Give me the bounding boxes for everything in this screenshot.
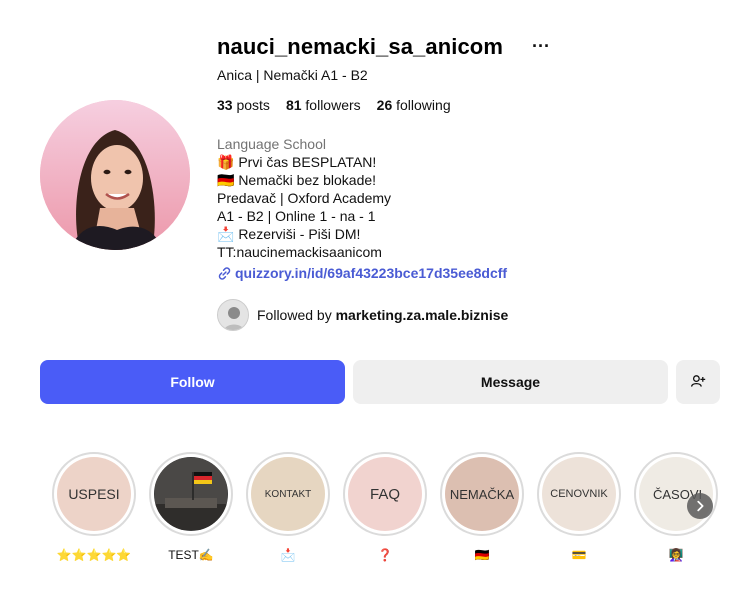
follow-button[interactable]: Follow — [40, 360, 345, 404]
followed-by-prefix: Followed by — [257, 307, 332, 323]
highlight-item[interactable]: FAQ ❓ — [343, 452, 427, 563]
posts-label: posts — [236, 97, 270, 113]
followers-label: followers — [305, 97, 361, 113]
bio-link-text: quizzory.in/id/69af43223bce17d35ee8dcff — [235, 265, 508, 281]
highlight-item[interactable]: KONTAKT 📩 — [246, 452, 330, 563]
bio-line: TT:naucinemackisaanicom — [217, 244, 382, 260]
highlight-label: 🇩🇪 — [474, 548, 490, 562]
add-person-icon — [690, 373, 706, 392]
highlight-item[interactable]: CENOVNIK 💳 — [537, 452, 621, 563]
highlight-cover — [154, 457, 228, 531]
highlight-label: 👩‍🏫 — [668, 548, 684, 562]
highlight-ring: USPESI — [52, 452, 136, 536]
highlight-cover: USPESI — [57, 457, 131, 531]
highlight-cover: CENOVNIK — [542, 457, 616, 531]
highlight-item[interactable]: USPESI ⭐⭐⭐⭐⭐ — [52, 452, 136, 563]
following-stat[interactable]: 26 following — [377, 97, 451, 113]
highlight-ring: KONTAKT — [246, 452, 330, 536]
highlight-ring — [149, 452, 233, 536]
posts-stat: 33 posts — [217, 97, 270, 113]
profile-stats: 33 posts 81 followers 26 following — [217, 97, 451, 113]
followed-by[interactable]: Followed by marketing.za.male.biznise — [217, 299, 508, 331]
suggested-accounts-button[interactable] — [676, 360, 720, 404]
highlight-cover: FAQ — [348, 457, 422, 531]
bio-line: A1 - B2 | Online 1 - na - 1 — [217, 208, 376, 224]
more-options-icon[interactable]: ··· — [532, 36, 550, 57]
bio-line: 📩 Rezerviši - Piši DM! — [217, 226, 361, 242]
highlights-next-button[interactable] — [687, 493, 713, 519]
story-highlights: USPESI ⭐⭐⭐⭐⭐ TEST✍️ KONTAKT 📩 FAQ ❓ NEMA… — [52, 452, 718, 563]
followers-count: 81 — [285, 97, 302, 113]
bio-line: 🎁 Prvi čas BESPLATAN! — [217, 154, 377, 170]
link-icon — [217, 266, 232, 281]
followers-stat[interactable]: 81 followers — [286, 97, 361, 113]
chevron-right-icon — [697, 500, 704, 512]
bio-line: Predavač | Oxford Academy — [217, 190, 392, 206]
following-label: following — [396, 97, 451, 113]
highlight-item[interactable]: TEST✍️ — [149, 452, 233, 563]
profile-avatar[interactable] — [40, 100, 190, 250]
message-button[interactable]: Message — [353, 360, 668, 404]
followed-by-user[interactable]: marketing.za.male.biznise — [336, 307, 509, 323]
highlight-label: 💳 — [571, 548, 587, 562]
highlight-ring: FAQ — [343, 452, 427, 536]
highlight-cover: KONTAKT — [251, 457, 325, 531]
follower-avatar — [217, 299, 249, 331]
highlight-ring: NEMAČKA — [440, 452, 524, 536]
posts-count: 33 — [217, 97, 233, 113]
bio-category: Language School — [217, 136, 326, 152]
following-count: 26 — [376, 97, 393, 113]
highlight-ring: CENOVNIK — [537, 452, 621, 536]
highlight-cover: NEMAČKA — [445, 457, 519, 531]
username: nauci_nemacki_sa_anicom — [217, 34, 504, 59]
highlight-label: TEST✍️ — [168, 548, 214, 562]
highlight-label: ❓ — [377, 548, 393, 562]
highlight-label: 📩 — [280, 548, 296, 562]
highlight-label: ⭐⭐⭐⭐⭐ — [56, 548, 132, 562]
bio-link[interactable]: quizzory.in/id/69af43223bce17d35ee8dcff — [217, 264, 507, 282]
profile-bio: Language School 🎁 Prvi čas BESPLATAN! 🇩🇪… — [217, 135, 507, 282]
full-name: Anica | Nemački A1 - B2 — [217, 67, 368, 83]
bio-line: 🇩🇪 Nemački bez blokade! — [217, 172, 377, 188]
reichstag-flag-image — [155, 458, 227, 530]
highlight-item[interactable]: NEMAČKA 🇩🇪 — [440, 452, 524, 563]
